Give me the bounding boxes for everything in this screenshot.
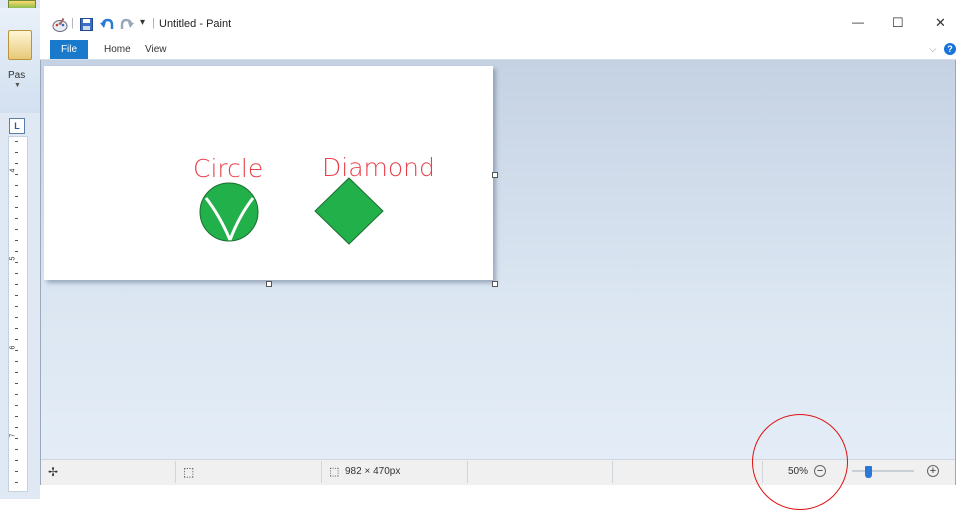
paint-app-icon[interactable]: [52, 17, 68, 33]
ruler-tick: [15, 141, 18, 142]
cursor-position-icon: ✢: [48, 465, 59, 479]
ruler-tick: [15, 218, 18, 219]
ruler-tick: [15, 174, 18, 175]
paste-dropdown-icon[interactable]: ▼: [14, 82, 21, 89]
help-icon[interactable]: ?: [944, 43, 956, 55]
paste-icon[interactable]: [8, 30, 32, 60]
ruler-tick: [15, 372, 18, 373]
diamond-shape: [314, 177, 384, 245]
ruler-tick: [15, 185, 18, 186]
ruler-tick: [15, 229, 18, 230]
selection-size-icon: ⬚: [183, 465, 195, 479]
menu-bar: [40, 38, 956, 60]
text-label: Circle: [193, 154, 263, 183]
ruler-tick: [15, 317, 18, 318]
vertical-ruler: 4 5 6 7: [8, 136, 28, 492]
ruler-tick: [15, 427, 18, 428]
resize-handle-right[interactable]: [492, 172, 498, 178]
maximize-button[interactable]: ☐: [892, 15, 904, 31]
circle-label: Circle: [193, 154, 263, 183]
circle-shape: [199, 182, 259, 242]
title-bar[interactable]: | ▾ | Untitled - Paint — ☐ ✕: [40, 12, 956, 38]
ruler-tick: [15, 163, 18, 164]
ruler-tick: [15, 251, 18, 252]
ruler-tick: [15, 306, 18, 307]
annotation-circle: [752, 414, 848, 510]
customize-qat-dropdown[interactable]: ▾: [140, 17, 145, 28]
ruler-tick: [15, 273, 18, 274]
ruler-tick: [15, 449, 18, 450]
ruler-tick: [15, 361, 18, 362]
ruler-number: 4: [9, 168, 17, 173]
ruler-tick: [15, 416, 18, 417]
title-separator: |: [152, 17, 155, 29]
ruler-tick: [15, 339, 18, 340]
undo-icon[interactable]: [100, 18, 114, 31]
ruler-tick: [15, 207, 18, 208]
ruler-tick: [15, 284, 18, 285]
drawing-layer: Circle Diamond: [193, 153, 435, 245]
ruler-tick: [15, 460, 18, 461]
zoom-in-button[interactable]: +: [927, 465, 939, 477]
ruler-tick: [15, 482, 18, 483]
minimize-button[interactable]: —: [852, 15, 864, 29]
ruler-tick: [15, 438, 18, 439]
ruler-number: 7: [9, 433, 17, 438]
tab-file[interactable]: File: [50, 40, 88, 59]
resize-handle-corner[interactable]: [492, 281, 498, 287]
ruler-number: 6: [9, 345, 17, 350]
window-top-border: [40, 0, 956, 12]
ruler-tick: [15, 240, 18, 241]
tab-view[interactable]: View: [145, 40, 167, 59]
tab-home[interactable]: Home: [104, 40, 131, 59]
ruler-tick: [15, 394, 18, 395]
ruler-tick: [15, 262, 18, 263]
drawing-canvas[interactable]: Circle Diamond: [44, 66, 493, 280]
ruler-tick: [15, 350, 18, 351]
ruler-tick: [15, 328, 18, 329]
save-icon[interactable]: [80, 18, 93, 31]
close-button[interactable]: ✕: [935, 15, 946, 31]
ruler-tick: [15, 405, 18, 406]
canvas-size-icon: ⬚: [329, 466, 340, 478]
canvas-size-readout: 982 × 470px: [345, 466, 401, 477]
minimize-ribbon-icon[interactable]: ⌵: [929, 40, 937, 59]
ruler-tick: [15, 383, 18, 384]
ruler-toggle-button[interactable]: L: [9, 118, 25, 134]
qat-separator: |: [71, 17, 74, 29]
diamond-label: Diamond: [322, 153, 435, 182]
window-title: Untitled - Paint: [159, 18, 232, 30]
ruler-number: 5: [9, 256, 17, 261]
resize-handle-bottom[interactable]: [266, 281, 272, 287]
ruler-tick: [15, 471, 18, 472]
text-label: Diamond: [322, 153, 435, 182]
ruler-tick: [15, 152, 18, 153]
ruler-tick: [15, 295, 18, 296]
redo-icon[interactable]: [120, 18, 134, 31]
zoom-slider-track[interactable]: [852, 470, 914, 472]
background-ribbon: [0, 8, 41, 113]
paste-label[interactable]: Pas: [8, 70, 25, 81]
zoom-slider-thumb[interactable]: [864, 466, 872, 478]
ruler-tick: [15, 196, 18, 197]
